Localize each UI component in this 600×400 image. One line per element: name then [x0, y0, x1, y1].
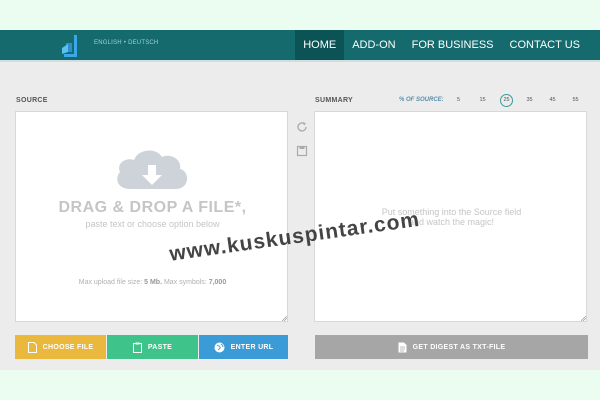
language-switcher: ENGLISH • DEUTSCH [94, 40, 158, 46]
logo-icon[interactable] [60, 34, 82, 58]
percent-option-25-selected[interactable]: 25 [500, 94, 513, 107]
main-nav: HOME ADD-ON FOR BUSINESS CONTACT US [295, 30, 588, 60]
lang-separator: • [123, 40, 127, 46]
document-icon [398, 342, 407, 352]
percent-option-55[interactable]: 55 [569, 94, 582, 107]
top-strip [0, 0, 600, 30]
percent-of-source-label: % OF SOURCE: [399, 97, 444, 103]
refresh-icon[interactable] [296, 121, 308, 133]
enter-url-label: ENTER URL [230, 343, 274, 351]
upload-size-prefix: Max upload file size: [78, 279, 145, 286]
upload-size-value: 5 Mb. [144, 279, 163, 286]
drag-drop-title: DRAG & DROP A FILE*, [58, 199, 247, 216]
nav-home[interactable]: HOME [295, 30, 345, 60]
clipboard-icon [132, 342, 142, 353]
copy-icon[interactable] [296, 145, 308, 157]
paste-button[interactable]: PASTE [107, 335, 198, 359]
bottom-strip [0, 370, 600, 400]
nav-add-on[interactable]: ADD-ON [344, 30, 403, 60]
summary-label: SUMMARY [315, 97, 354, 104]
lang-deutsch[interactable]: DEUTSCH [128, 40, 158, 46]
upload-limits: Max upload file size: 5 Mb. Max symbols:… [16, 279, 289, 286]
get-digest-button[interactable]: GET DIGEST AS TXT-FILE [315, 335, 588, 359]
percent-option-35[interactable]: 35 [523, 94, 536, 107]
header-divider [0, 60, 600, 62]
nav-for-business[interactable]: FOR BUSINESS [404, 30, 502, 60]
source-label: SOURCE [16, 97, 48, 104]
summary-resize-handle[interactable] [581, 316, 586, 321]
enter-url-button[interactable]: ENTER URL [199, 335, 288, 359]
percent-option-5[interactable]: 5 [452, 94, 465, 107]
choose-file-button[interactable]: CHOOSE FILE [15, 335, 106, 359]
percent-option-15[interactable]: 15 [476, 94, 489, 107]
percent-option-45[interactable]: 45 [546, 94, 559, 107]
file-icon [27, 341, 37, 353]
get-digest-label: GET DIGEST AS TXT-FILE [412, 343, 506, 351]
source-resize-handle[interactable] [282, 316, 287, 321]
drag-drop-subtitle: paste text or choose option below [85, 219, 220, 229]
choose-file-label: CHOOSE FILE [42, 343, 94, 351]
globe-icon [214, 342, 225, 352]
lang-english[interactable]: ENGLISH [94, 40, 122, 46]
upload-symbols-value: 7,000 [208, 279, 227, 286]
upload-symbols-prefix: Max symbols: [162, 279, 209, 286]
paste-label: PASTE [147, 343, 173, 351]
cloud-download-icon [117, 150, 188, 189]
nav-contact-us[interactable]: CONTACT US [502, 30, 589, 60]
